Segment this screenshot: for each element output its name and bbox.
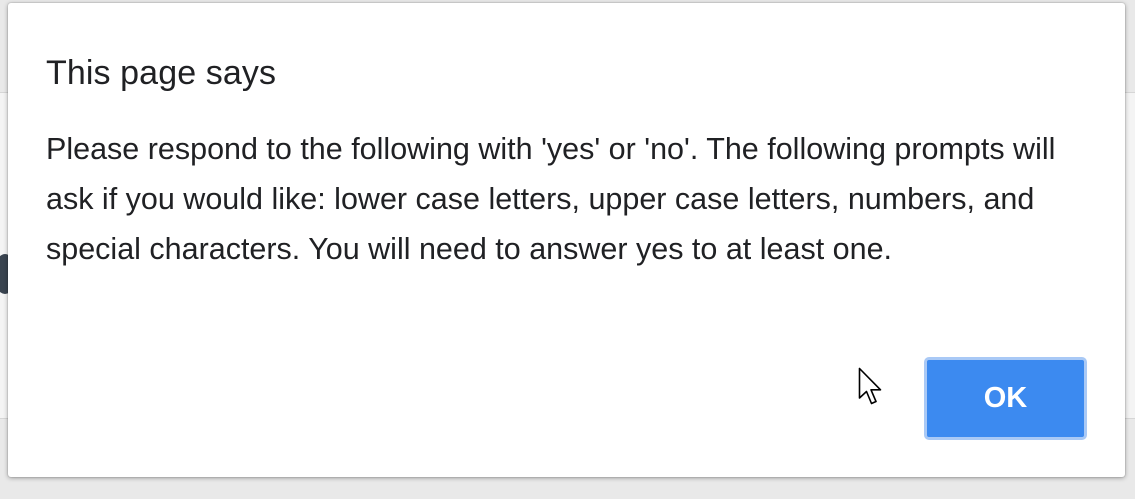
dialog-message: Please respond to the following with 'ye… (46, 132, 1056, 266)
mouse-pointer-icon (858, 367, 882, 405)
dialog-title: This page says (46, 54, 277, 92)
alert-dialog: This page says Please respond to the fol… (8, 3, 1125, 477)
ok-button[interactable]: OK (924, 357, 1087, 440)
